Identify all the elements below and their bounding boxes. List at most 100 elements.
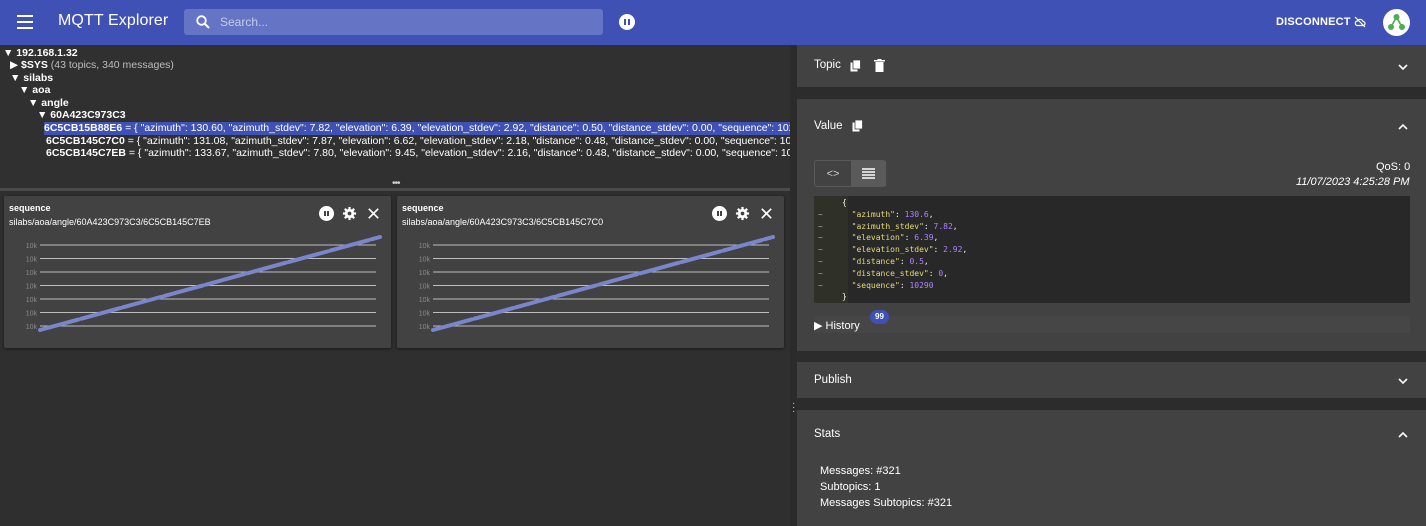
stats-messages-subtopics: Messages Subtopics: #321 xyxy=(820,497,953,509)
code-line: "distance": 0.5, xyxy=(851,257,929,266)
search-icon xyxy=(196,15,210,29)
tree-leaf-topic: 6C5CB15B88E6 xyxy=(44,122,123,134)
tree-leaf-value: = { "azimuth": 133.67, "azimuth_stdev": … xyxy=(125,147,817,159)
y-tick-label: 10k xyxy=(419,270,431,277)
y-tick-label: 10k xyxy=(419,257,431,264)
pause-icon[interactable] xyxy=(619,14,635,30)
tree-leaf-value: = { "azimuth": 131.08, "azimuth_stdev": … xyxy=(124,135,816,147)
tree-node-silabs[interactable]: ▼ silabs xyxy=(10,72,53,85)
code-line: "distance_stdev": 0, xyxy=(851,268,948,278)
y-tick-label: 10k xyxy=(419,324,431,331)
chevron-up-icon[interactable] xyxy=(1398,122,1408,132)
line-chart: 10k 10k 10k 10k 10k 10k 10k xyxy=(419,235,775,332)
tree-node-label: ▶ $SYS xyxy=(10,59,48,71)
copy-icon[interactable] xyxy=(852,120,863,132)
tree-leaf-topic: 6C5CB145C7C0 xyxy=(46,135,125,147)
json-viewer: { ~ "azimuth": 130.6, ~ "azimuth_stdev": 7… xyxy=(814,196,1410,303)
disconnect-button[interactable]: DISCONNECT xyxy=(1276,16,1351,28)
topic-panel[interactable]: Topic xyxy=(797,45,1426,87)
search-box[interactable] xyxy=(184,9,603,35)
y-tick-label: 10k xyxy=(26,284,38,291)
chart-topic: silabs/aoa/angle/60A423C973C3/6C5CB145C7… xyxy=(9,217,211,227)
history-label: ▶ History xyxy=(814,320,860,332)
tree-leaf-row[interactable]: 6C5CB145C7EB = { "azimuth": 133.67, "azi… xyxy=(46,147,816,160)
chart-title: sequence xyxy=(402,203,444,213)
series-line xyxy=(431,235,775,332)
delete-icon[interactable] xyxy=(874,59,885,72)
copy-icon[interactable] xyxy=(850,60,861,72)
history-count-badge: 99 xyxy=(870,310,889,324)
y-tick-label: 10k xyxy=(419,297,431,304)
panel-title-publish: Publish xyxy=(814,374,852,386)
chevron-up-icon[interactable] xyxy=(1398,430,1408,440)
code-line: { xyxy=(842,198,847,207)
logo-icon xyxy=(1388,14,1405,30)
tree-leaf-row[interactable]: 6C5CB15B88E6 = { "azimuth": 130.60, "azi… xyxy=(44,122,817,135)
tree-node-angle[interactable]: ▼ angle xyxy=(28,97,69,110)
panel-title-topic: Topic xyxy=(814,59,841,71)
code-line: "elevation": 6.39, xyxy=(851,233,939,243)
code-line: "elevation_stdev": 2.92, xyxy=(851,245,968,255)
chevron-down-icon[interactable] xyxy=(1398,62,1408,72)
panel-title-stats: Stats xyxy=(814,428,841,440)
y-tick-label: 10k xyxy=(419,311,431,318)
app-title: MQTT Explorer xyxy=(58,12,169,29)
code-fold-marker: ~ xyxy=(818,221,823,231)
code-fold-marker: ~ xyxy=(818,233,823,243)
close-icon[interactable] xyxy=(759,206,774,221)
avatar[interactable] xyxy=(1383,9,1410,36)
code-fold-marker: ~ xyxy=(818,245,823,255)
chart-title: sequence xyxy=(9,203,51,213)
tree-node-aoa[interactable]: ▼ aoa xyxy=(19,84,50,97)
y-tick-label: 10k xyxy=(26,270,38,277)
message-timestamp: 11/07/2023 4:25:28 PM xyxy=(1296,176,1410,188)
search-input[interactable] xyxy=(220,12,590,32)
tree-node-device[interactable]: ▼ 60A423C973C3 xyxy=(37,109,126,122)
line-chart: 10k 10k 10k 10k 10k 10k 10k xyxy=(26,235,382,332)
y-tick-label: 10k xyxy=(26,243,38,250)
tree-node-sys[interactable]: ▶ $SYS (43 topics, 340 messages) xyxy=(10,59,174,72)
code-line: "sequence": 10290 xyxy=(851,280,934,290)
chart-card: sequence silabs/aoa/angle/60A423C973C3/6… xyxy=(4,196,391,348)
y-tick-label: 10k xyxy=(26,257,38,264)
view-toggle: <> xyxy=(814,160,886,187)
tree-node-host[interactable]: ▼ 192.168.1.32 xyxy=(3,47,78,60)
tree-leaf-value: = { "azimuth": 130.60, "azimuth_stdev": … xyxy=(122,122,813,134)
chart-topic: silabs/aoa/angle/60A423C973C3/6C5CB145C7… xyxy=(402,217,604,227)
code-line: "azimuth": 130.6, xyxy=(851,209,934,219)
menu-icon[interactable] xyxy=(17,15,33,29)
code-view-icon[interactable]: <> xyxy=(815,161,851,186)
y-tick-label: 10k xyxy=(419,243,431,250)
topic-tree: ▼ 192.168.1.32 ▶ $SYS (43 topics, 340 me… xyxy=(0,45,817,185)
vertical-splitter[interactable] xyxy=(790,45,797,526)
chart-pause-icon[interactable] xyxy=(712,206,727,221)
splitter-grip[interactable]: · · · xyxy=(792,399,795,417)
y-tick-label: 10k xyxy=(26,324,38,331)
list-view-icon[interactable] xyxy=(851,161,886,186)
history-toggle[interactable]: ▶ History xyxy=(814,316,1410,333)
stats-messages: Messages: #321 xyxy=(820,465,901,477)
code-fold-marker: ~ xyxy=(818,268,823,278)
code-fold-marker: ~ xyxy=(818,209,823,219)
code-fold-marker: ~ xyxy=(818,280,823,290)
gear-icon[interactable] xyxy=(342,206,357,221)
code-fold-marker: ~ xyxy=(818,257,823,266)
panel-title-value: Value xyxy=(814,120,843,132)
code-line: "azimuth_stdev": 7.82, xyxy=(851,221,958,231)
chevron-down-icon[interactable] xyxy=(1398,376,1408,386)
y-tick-label: 10k xyxy=(26,297,38,304)
tree-leaf-row[interactable]: 6C5CB145C7C0 = { "azimuth": 131.08, "azi… xyxy=(46,135,815,148)
cloud-off-icon[interactable] xyxy=(1354,16,1366,28)
y-tick-label: 10k xyxy=(26,311,38,318)
y-tick-label: 10k xyxy=(419,284,431,291)
close-icon[interactable] xyxy=(366,206,381,221)
chart-pause-icon[interactable] xyxy=(319,206,334,221)
tree-leaf-topic: 6C5CB145C7EB xyxy=(46,147,126,159)
gear-icon[interactable] xyxy=(735,206,750,221)
publish-panel[interactable]: Publish xyxy=(797,362,1426,398)
qos-label: QoS: 0 xyxy=(1376,161,1411,173)
code-line: } xyxy=(842,292,847,302)
stats-subtopics: Subtopics: 1 xyxy=(820,481,881,493)
chart-card: sequence silabs/aoa/angle/60A423C973C3/6… xyxy=(397,196,784,348)
series-line xyxy=(38,235,382,332)
